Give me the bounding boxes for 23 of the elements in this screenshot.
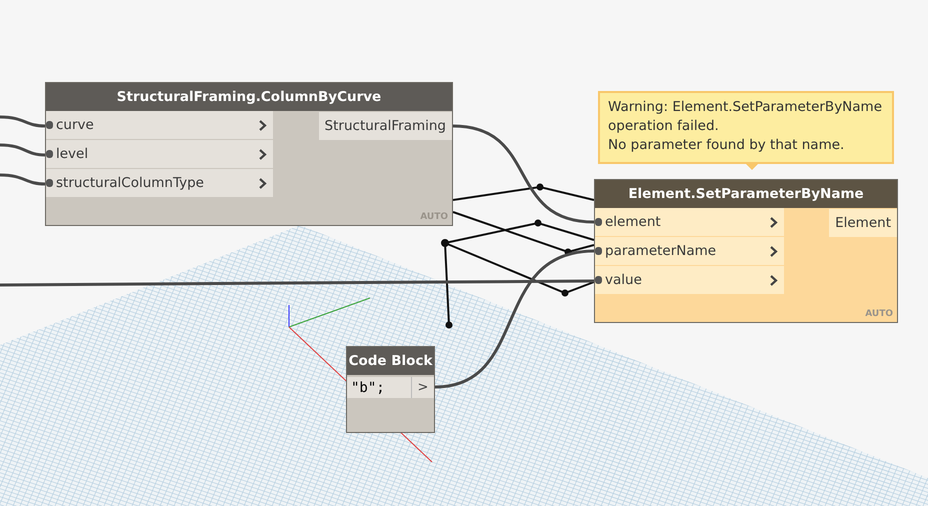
chevron-icon — [259, 148, 267, 160]
input-port[interactable]: value — [595, 266, 784, 294]
lacing-label: AUTO — [864, 309, 894, 321]
code-block-node[interactable]: Code Block "b"; > — [346, 346, 435, 433]
chevron-icon — [770, 274, 778, 286]
input-port[interactable]: structuralColumnType — [46, 169, 273, 197]
warning-tooltip: Warning: Element.SetParameterByName operation failed. No parameter found by that name. — [598, 91, 894, 164]
output-port[interactable]: Element — [829, 209, 897, 237]
chevron-icon — [770, 216, 778, 228]
chevron-icon — [259, 178, 267, 188]
node-title: Code Block — [347, 347, 434, 375]
node-title: StructuralFraming.ColumnByCurve — [46, 83, 452, 111]
input-port[interactable]: element — [595, 208, 784, 236]
chevron-icon — [259, 120, 267, 130]
node-title: Element.SetParameterByName — [595, 180, 897, 208]
output-port[interactable]: > — [412, 377, 434, 398]
function-node[interactable]: Element.SetParameterByName element parameterName value Element AUTO — [594, 179, 898, 323]
code-input-field[interactable]: "b"; — [347, 377, 412, 398]
output-port[interactable]: StructuralFraming — [318, 112, 452, 140]
chevron-icon — [770, 246, 778, 256]
input-port[interactable]: curve — [46, 111, 273, 139]
input-port[interactable]: parameterName — [595, 237, 784, 265]
input-port[interactable]: level — [46, 140, 273, 168]
